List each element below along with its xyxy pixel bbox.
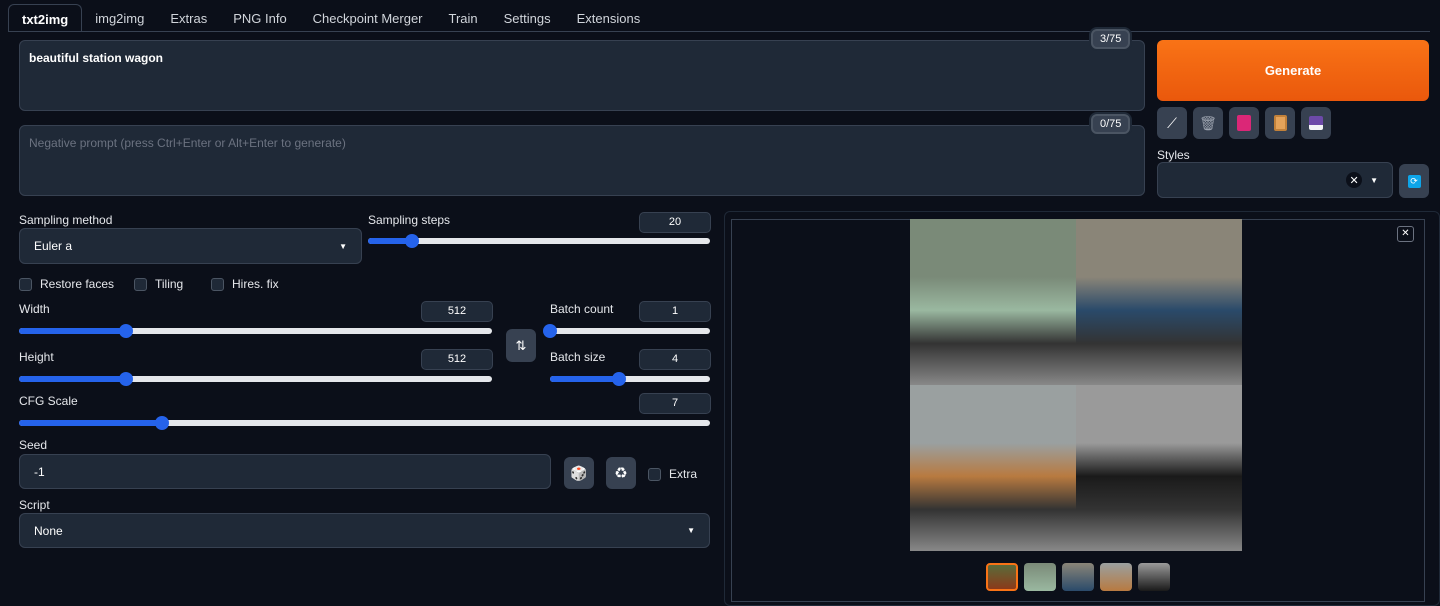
thumbnail-3[interactable] bbox=[1100, 563, 1132, 591]
height-slider[interactable] bbox=[19, 372, 492, 386]
tab-divider bbox=[8, 31, 1430, 32]
reuse-seed-button[interactable]: ♻ bbox=[606, 457, 636, 489]
seed-label: Seed bbox=[19, 438, 48, 452]
cfg-scale-input[interactable]: 7 bbox=[639, 393, 711, 414]
thumbnail-1[interactable] bbox=[1024, 563, 1056, 591]
batch-size-label: Batch size bbox=[550, 350, 606, 364]
slider-thumb[interactable] bbox=[154, 416, 169, 430]
sampling-method-value: Euler a bbox=[34, 239, 73, 253]
tab-checkpoint-merger[interactable]: Checkpoint Merger bbox=[300, 4, 436, 32]
picture-icon[interactable] bbox=[1229, 107, 1259, 139]
slider-thumb[interactable] bbox=[404, 234, 419, 248]
cfg-scale-slider[interactable] bbox=[19, 416, 710, 430]
generated-image-3[interactable] bbox=[910, 385, 1076, 551]
chevron-down-icon: ▼ bbox=[1370, 175, 1378, 185]
batch-count-label: Batch count bbox=[550, 302, 614, 316]
generate-button[interactable]: Generate bbox=[1157, 40, 1429, 101]
height-label: Height bbox=[19, 350, 54, 364]
cfg-scale-label: CFG Scale bbox=[19, 394, 78, 408]
tab-bar: txt2img img2img Extras PNG Info Checkpoi… bbox=[8, 4, 653, 32]
sampling-steps-label: Sampling steps bbox=[368, 213, 451, 227]
script-dropdown[interactable]: None ▼ bbox=[19, 513, 710, 548]
pencil-icon[interactable]: ⟋ bbox=[1157, 107, 1187, 139]
thumbnail-grid[interactable] bbox=[986, 563, 1018, 591]
chevron-down-icon: ▼ bbox=[339, 241, 347, 251]
clipboard-icon[interactable] bbox=[1265, 107, 1295, 139]
negative-prompt-token-counter: 0/75 bbox=[1091, 114, 1131, 134]
sampling-steps-slider[interactable] bbox=[368, 234, 710, 248]
tab-settings[interactable]: Settings bbox=[491, 4, 564, 32]
save-icon[interactable] bbox=[1301, 107, 1331, 139]
trash-icon[interactable]: 🗑 bbox=[1193, 107, 1223, 139]
negative-prompt-input[interactable]: Negative prompt (press Ctrl+Enter or Alt… bbox=[19, 125, 1145, 196]
tab-txt2img[interactable]: txt2img bbox=[8, 4, 83, 32]
styles-dropdown[interactable]: ✕ ▼ bbox=[1157, 162, 1393, 198]
prompt-input[interactable]: beautiful station wagon bbox=[19, 40, 1145, 111]
tab-png-info[interactable]: PNG Info bbox=[220, 4, 299, 32]
sampling-method-label: Sampling method bbox=[19, 213, 113, 227]
tab-extras[interactable]: Extras bbox=[157, 4, 220, 32]
height-input[interactable]: 512 bbox=[421, 349, 493, 370]
slider-thumb[interactable] bbox=[611, 372, 626, 386]
batch-count-input[interactable]: 1 bbox=[639, 301, 711, 322]
batch-size-slider[interactable] bbox=[550, 372, 710, 386]
refresh-styles-button[interactable]: ⟳ bbox=[1399, 164, 1429, 198]
sampling-method-dropdown[interactable]: Euler a ▼ bbox=[19, 228, 362, 264]
hires-fix-checkbox[interactable]: Hires. fix bbox=[211, 277, 279, 291]
clear-icon[interactable]: ✕ bbox=[1346, 172, 1363, 188]
dice-icon: 🎲 bbox=[570, 464, 588, 481]
width-slider[interactable] bbox=[19, 324, 492, 338]
swap-dimensions-button[interactable]: ⇅ bbox=[506, 329, 536, 362]
slider-fill bbox=[550, 376, 619, 382]
slider-fill bbox=[19, 328, 126, 334]
tab-train[interactable]: Train bbox=[436, 4, 491, 32]
thumbnail-2[interactable] bbox=[1062, 563, 1094, 591]
generated-image-4[interactable] bbox=[1076, 385, 1242, 551]
seed-input[interactable]: -1 bbox=[19, 454, 551, 489]
tab-extensions[interactable]: Extensions bbox=[564, 4, 654, 32]
recycle-icon: ♻ bbox=[614, 465, 628, 482]
prompt-token-counter: 3/75 bbox=[1091, 29, 1131, 49]
slider-fill bbox=[19, 420, 162, 426]
swap-icon: ⇅ bbox=[515, 337, 527, 353]
close-gallery-button[interactable]: ✕ bbox=[1397, 226, 1414, 242]
batch-count-slider[interactable] bbox=[543, 324, 710, 338]
script-label: Script bbox=[19, 498, 50, 512]
tiling-checkbox[interactable]: Tiling bbox=[134, 277, 183, 291]
slider-thumb[interactable] bbox=[118, 372, 133, 386]
slider-fill bbox=[19, 376, 126, 382]
generated-image-2[interactable] bbox=[1076, 219, 1242, 385]
width-input[interactable]: 512 bbox=[421, 301, 493, 322]
tab-img2img[interactable]: img2img bbox=[82, 4, 157, 32]
thumbnail-4[interactable] bbox=[1138, 563, 1170, 591]
styles-label: Styles bbox=[1157, 148, 1190, 162]
refresh-icon: ⟳ bbox=[1407, 174, 1421, 188]
slider-thumb[interactable] bbox=[543, 324, 557, 338]
width-label: Width bbox=[19, 302, 50, 316]
random-seed-button[interactable]: 🎲 bbox=[564, 457, 594, 489]
extra-checkbox[interactable]: Extra bbox=[648, 467, 697, 481]
chevron-down-icon: ▼ bbox=[687, 526, 695, 535]
batch-size-input[interactable]: 4 bbox=[639, 349, 711, 370]
restore-faces-checkbox[interactable]: Restore faces bbox=[19, 277, 114, 291]
slider-thumb[interactable] bbox=[118, 324, 133, 338]
generated-image-1[interactable] bbox=[910, 219, 1076, 385]
sampling-steps-input[interactable]: 20 bbox=[639, 212, 711, 233]
